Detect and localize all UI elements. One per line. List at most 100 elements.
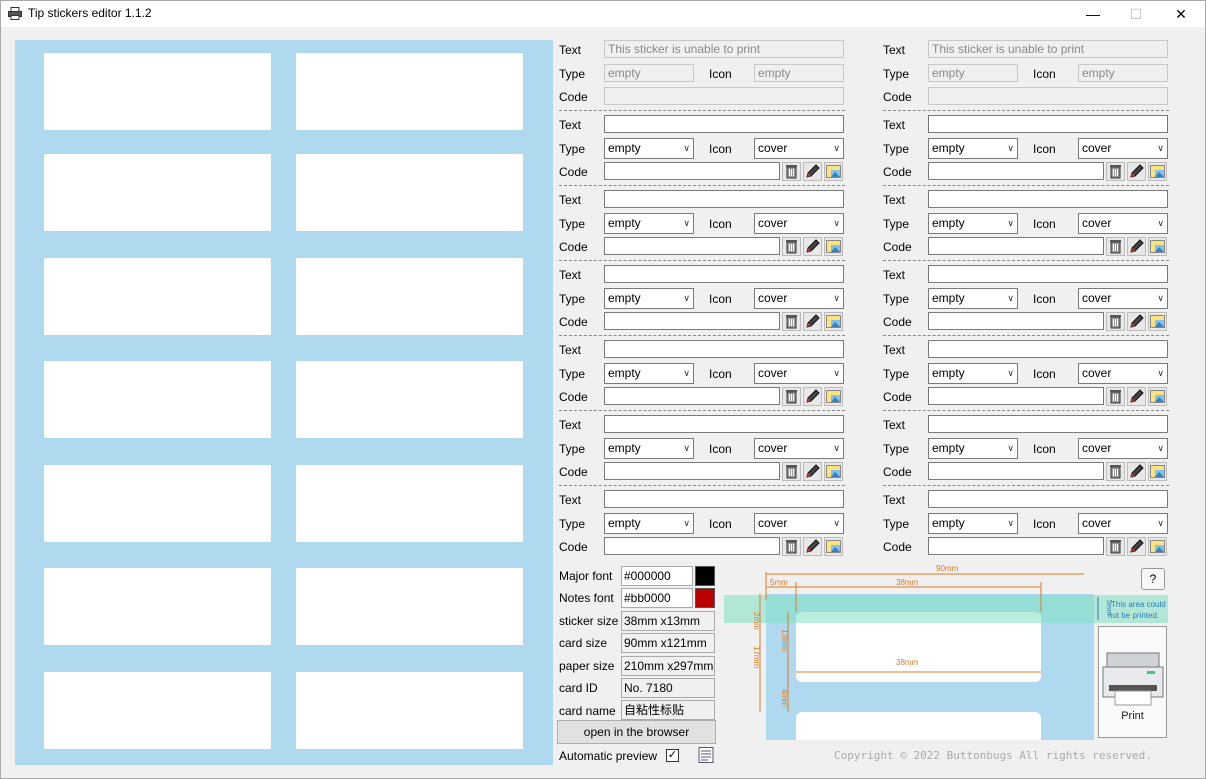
sticker-text-input[interactable] [604, 490, 844, 508]
close-button[interactable]: ✕ [1158, 1, 1204, 27]
pencil-icon[interactable] [1127, 387, 1146, 406]
sticker-type-select[interactable]: empty ∨ [604, 363, 694, 384]
sticker-icon-select[interactable]: cover ∨ [1078, 438, 1168, 459]
sticker-code-input[interactable] [928, 237, 1104, 255]
sticker-type-select[interactable]: empty ∨ [604, 513, 694, 534]
image-icon[interactable] [1148, 537, 1167, 556]
pencil-icon[interactable] [1127, 162, 1146, 181]
sticker-code-input[interactable] [604, 537, 780, 555]
pencil-icon[interactable] [1127, 312, 1146, 331]
sticker-type-select[interactable]: empty ∨ [928, 288, 1018, 309]
notes-font-color-swatch[interactable] [695, 588, 715, 608]
delete-icon[interactable] [782, 387, 801, 406]
diagram-width-label: 90mm [936, 564, 959, 573]
major-font-color-swatch[interactable] [695, 566, 715, 586]
help-button[interactable]: ? [1141, 568, 1165, 590]
pencil-icon[interactable] [1127, 537, 1146, 556]
notes-icon[interactable] [697, 746, 715, 764]
sticker-icon-select[interactable]: cover ∨ [1078, 138, 1168, 159]
sticker-text-input[interactable] [604, 415, 844, 433]
sticker-code-input[interactable] [928, 162, 1104, 180]
sticker-text-input[interactable] [604, 265, 844, 283]
image-icon[interactable] [1148, 462, 1167, 481]
sticker-type-select[interactable]: empty ∨ [928, 513, 1018, 534]
sticker-text-input[interactable] [928, 115, 1168, 133]
image-icon[interactable] [824, 162, 843, 181]
pencil-icon[interactable] [1127, 237, 1146, 256]
delete-icon[interactable] [782, 237, 801, 256]
delete-icon[interactable] [1106, 237, 1125, 256]
delete-icon[interactable] [782, 162, 801, 181]
sticker-code-input[interactable] [604, 462, 780, 480]
sticker-text-input[interactable] [928, 340, 1168, 358]
delete-icon[interactable] [1106, 162, 1125, 181]
sticker-icon-select[interactable]: cover ∨ [1078, 213, 1168, 234]
select-value: empty [608, 291, 641, 305]
pencil-icon[interactable] [803, 462, 822, 481]
image-icon[interactable] [1148, 387, 1167, 406]
sticker-type-select[interactable]: empty ∨ [604, 288, 694, 309]
sticker-text-input[interactable] [604, 340, 844, 358]
delete-icon[interactable] [782, 537, 801, 556]
sticker-icon-select[interactable]: cover ∨ [754, 438, 844, 459]
pencil-icon[interactable] [803, 237, 822, 256]
delete-icon[interactable] [1106, 312, 1125, 331]
sticker-type-select[interactable]: empty ∨ [928, 438, 1018, 459]
pencil-icon[interactable] [803, 162, 822, 181]
image-icon[interactable] [1148, 237, 1167, 256]
delete-icon[interactable] [1106, 462, 1125, 481]
sticker-text-input[interactable] [928, 265, 1168, 283]
sticker-type-select[interactable]: empty ∨ [928, 363, 1018, 384]
sticker-icon-select[interactable]: cover ∨ [754, 288, 844, 309]
sticker-code-input[interactable] [604, 312, 780, 330]
pencil-icon[interactable] [1127, 462, 1146, 481]
minimize-button[interactable]: — [1070, 1, 1116, 27]
notes-font-input[interactable]: #bb0000 [621, 588, 693, 608]
sticker-icon-select[interactable]: cover ∨ [754, 213, 844, 234]
sticker-code-input[interactable] [604, 387, 780, 405]
sticker-icon-field: empty [1078, 64, 1168, 82]
sticker-type-select[interactable]: empty ∨ [604, 138, 694, 159]
sticker-code-input[interactable] [928, 387, 1104, 405]
automatic-preview-checkbox[interactable]: ✓ [666, 749, 679, 762]
image-icon[interactable] [824, 237, 843, 256]
sticker-code-input[interactable] [928, 312, 1104, 330]
sticker-code-input[interactable] [928, 537, 1104, 555]
image-icon[interactable] [824, 387, 843, 406]
image-icon[interactable] [824, 312, 843, 331]
sticker-icon-select[interactable]: cover ∨ [754, 363, 844, 384]
sticker-type-select[interactable]: empty ∨ [604, 213, 694, 234]
sticker-text-input[interactable] [928, 415, 1168, 433]
pencil-icon[interactable] [803, 387, 822, 406]
sticker-code-input[interactable] [604, 237, 780, 255]
maximize-button[interactable]: ☐ [1113, 1, 1159, 27]
sticker-icon-select[interactable]: cover ∨ [754, 138, 844, 159]
sticker-code-input[interactable] [928, 462, 1104, 480]
image-icon[interactable] [824, 462, 843, 481]
image-icon[interactable] [1148, 312, 1167, 331]
delete-icon[interactable] [1106, 537, 1125, 556]
major-font-input[interactable]: #000000 [621, 566, 693, 586]
sticker-text-input[interactable] [604, 115, 844, 133]
sticker-icon-select[interactable]: cover ∨ [754, 513, 844, 534]
image-icon[interactable] [1148, 162, 1167, 181]
image-icon[interactable] [824, 537, 843, 556]
sticker-code-input[interactable] [604, 162, 780, 180]
sticker-icon-select[interactable]: cover ∨ [1078, 363, 1168, 384]
delete-icon[interactable] [782, 462, 801, 481]
print-button[interactable]: Print [1098, 626, 1167, 738]
sticker-text-input[interactable] [928, 190, 1168, 208]
sticker-text-input[interactable] [928, 490, 1168, 508]
sticker-type-select[interactable]: empty ∨ [604, 438, 694, 459]
delete-icon[interactable] [782, 312, 801, 331]
sticker-type-select[interactable]: empty ∨ [928, 213, 1018, 234]
pencil-icon[interactable] [803, 312, 822, 331]
sticker-text-input[interactable] [604, 190, 844, 208]
sticker-type-select[interactable]: empty ∨ [928, 138, 1018, 159]
sticker-icon-select[interactable]: cover ∨ [1078, 513, 1168, 534]
pencil-icon[interactable] [803, 537, 822, 556]
delete-icon[interactable] [1106, 387, 1125, 406]
open-in-browser-button[interactable]: open in the browser [557, 720, 716, 744]
sticker-icon-select[interactable]: cover ∨ [1078, 288, 1168, 309]
code-label: Code [559, 315, 588, 329]
